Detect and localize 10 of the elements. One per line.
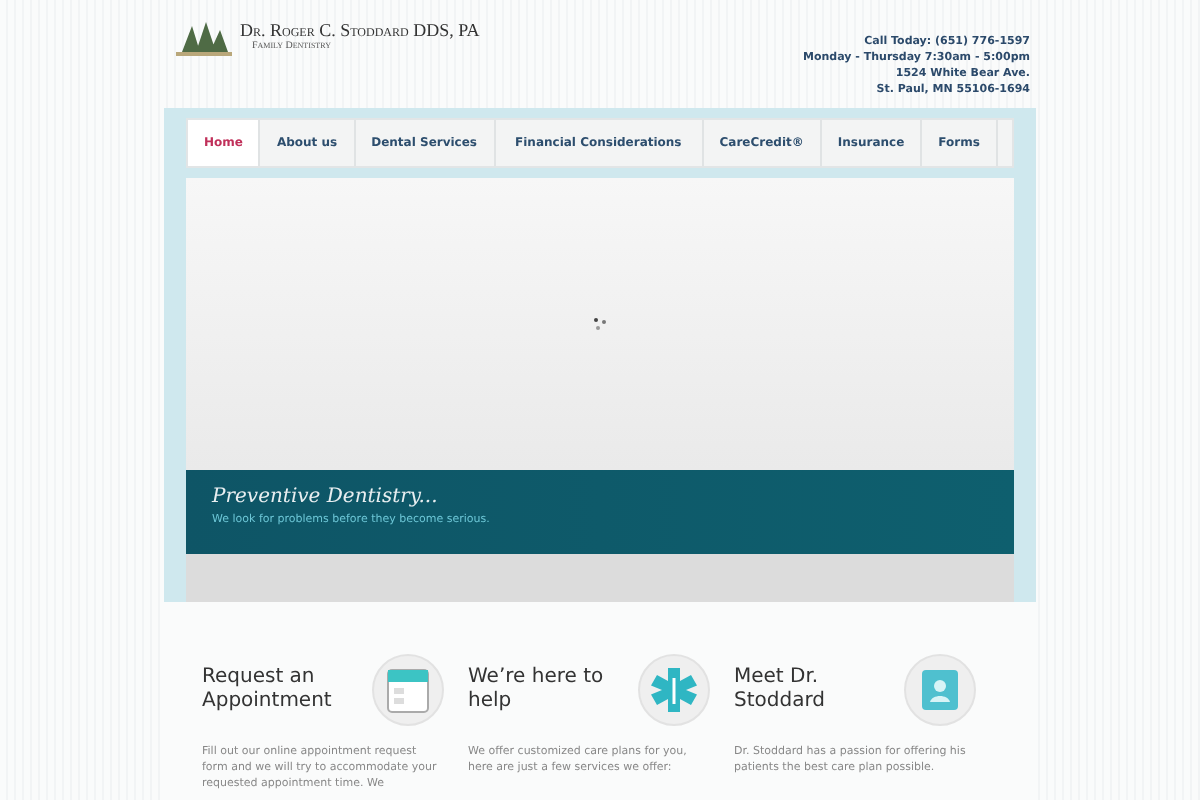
slide-title: Preventive Dentistry... <box>212 486 440 508</box>
practice-name: Dr. Roger C. Stoddard DDS, PA <box>240 20 480 40</box>
feature-title: Request an Appointment <box>202 666 334 714</box>
medical-star-icon <box>650 666 698 714</box>
address-book-icon <box>918 666 962 714</box>
feature-title: Meet Dr. Stoddard <box>734 666 827 714</box>
trees-icon <box>176 20 232 56</box>
loading-icon <box>594 318 606 330</box>
calendar-icon <box>386 666 430 714</box>
feature-title: We’re here to help <box>468 666 606 714</box>
